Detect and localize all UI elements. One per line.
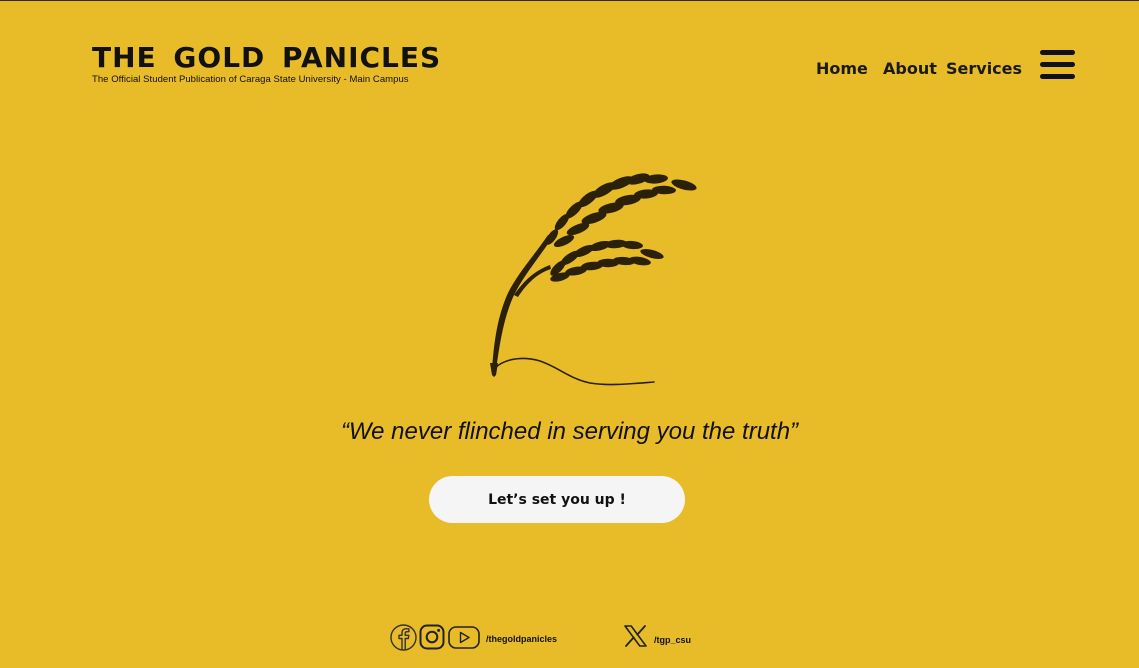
menu-bar-icon: [1040, 62, 1075, 67]
menu-bar-icon: [1040, 74, 1075, 79]
wheat-pen-logo-icon: [490, 173, 697, 386]
nav-about-link[interactable]: About: [883, 59, 937, 79]
brand-title: THE GOLD PANICLES: [92, 41, 442, 74]
get-started-button[interactable]: Let’s set you up !: [429, 476, 685, 523]
nav-services-link[interactable]: Services: [946, 59, 1022, 79]
facebook-icon[interactable]: [390, 624, 417, 651]
brand-logo[interactable]: THE GOLD PANICLES The Official Student P…: [92, 42, 441, 86]
brand-subtitle: The Official Student Publication of Cara…: [92, 74, 409, 85]
instagram-icon[interactable]: [419, 624, 445, 650]
hamburger-menu-button[interactable]: [1040, 48, 1076, 80]
menu-bar-icon: [1040, 50, 1075, 55]
x-handle[interactable]: /tgp_csu: [654, 634, 691, 646]
x-icon[interactable]: [624, 625, 647, 647]
social-handle[interactable]: /thegoldpanicles: [486, 633, 557, 645]
nav-home-link[interactable]: Home: [816, 59, 868, 79]
hero-tagline: “We never flinched in serving you the tr…: [340, 418, 799, 445]
youtube-icon[interactable]: [448, 626, 480, 649]
top-border: [0, 0, 1139, 1]
